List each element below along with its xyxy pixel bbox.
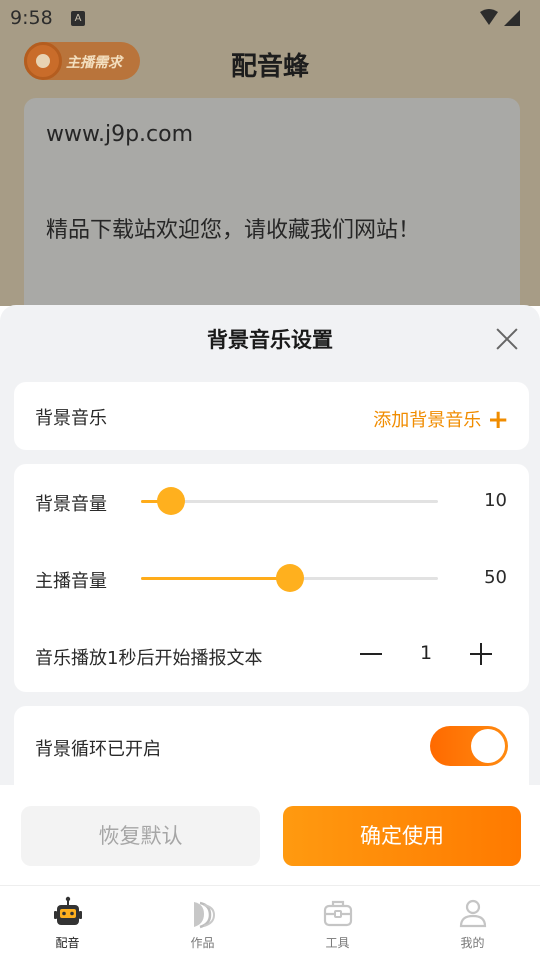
plus-icon: +: [487, 405, 509, 435]
toolbox-icon: [323, 900, 352, 927]
nav-label-dubbing: 配音: [55, 936, 80, 950]
bottom-nav: 配音 作品 工具 我的: [0, 885, 540, 960]
anchor-volume-slider[interactable]: [141, 564, 438, 592]
anchor-volume-fill: [141, 577, 290, 580]
nav-item-dubbing[interactable]: 配音: [0, 886, 135, 960]
bg-volume-label: 背景音量: [35, 494, 107, 515]
signal-battery-icon: [480, 9, 520, 26]
delay-decrement-button[interactable]: [359, 642, 383, 666]
add-background-music-button[interactable]: 添加背景音乐 +: [373, 403, 509, 435]
add-background-music-label: 添加背景音乐: [373, 410, 482, 431]
nav-label-works: 作品: [190, 936, 215, 950]
text-input-card[interactable]: www.j9p.com 精品下载站欢迎您，请收藏我们网站！: [24, 98, 520, 338]
delay-increment-button[interactable]: [469, 642, 493, 666]
nav-label-tools: 工具: [325, 936, 350, 950]
background-music-sheet: 背景音乐设置 背景音乐 添加背景音乐 + 背景音量 10 主播音量 50 音乐播放…: [0, 305, 540, 785]
text-line-2: 精品下载站欢迎您，请收藏我们网站！: [46, 218, 421, 243]
robot-icon: [53, 896, 82, 925]
loop-card: 背景循环已开启: [14, 706, 529, 785]
app-title: 配音蜂: [230, 52, 309, 82]
nav-item-mine[interactable]: 我的: [405, 886, 540, 960]
profile-icon: [459, 899, 486, 928]
bg-volume-slider[interactable]: [141, 487, 438, 515]
background-music-card: 背景音乐 添加背景音乐 +: [14, 382, 529, 450]
delay-label: 音乐播放1秒后开始播报文本: [35, 648, 263, 669]
volume-settings-card: 背景音量 10 主播音量 50 音乐播放1秒后开始播报文本 1: [14, 464, 529, 692]
background-music-label: 背景音乐: [35, 408, 107, 429]
delay-value: 1: [419, 642, 433, 664]
anchor-volume-label: 主播音量: [35, 571, 107, 592]
nav-label-mine: 我的: [460, 936, 485, 950]
text-line-1: www.j9p.com: [46, 122, 194, 147]
works-icon: [193, 901, 215, 929]
reset-default-button[interactable]: 恢复默认: [21, 806, 260, 866]
loop-label: 背景循环已开启: [35, 739, 161, 760]
action-bar: 恢复默认 确定使用: [0, 785, 540, 885]
confirm-use-button[interactable]: 确定使用: [283, 806, 521, 866]
loop-toggle-knob: [471, 729, 505, 763]
nav-item-tools[interactable]: 工具: [270, 886, 405, 960]
sheet-title: 背景音乐设置: [207, 328, 333, 352]
bg-volume-value: 10: [484, 490, 507, 511]
status-time: 9:58: [10, 7, 53, 29]
bg-volume-thumb[interactable]: [156, 487, 185, 515]
nav-item-works[interactable]: 作品: [135, 886, 270, 960]
close-icon[interactable]: [494, 325, 520, 351]
anchor-volume-thumb[interactable]: [275, 564, 304, 592]
anchor-volume-value: 50: [484, 567, 507, 588]
loop-toggle[interactable]: [430, 726, 508, 766]
notification-icon: A: [71, 11, 85, 26]
status-bar: 9:58 A: [0, 0, 540, 36]
